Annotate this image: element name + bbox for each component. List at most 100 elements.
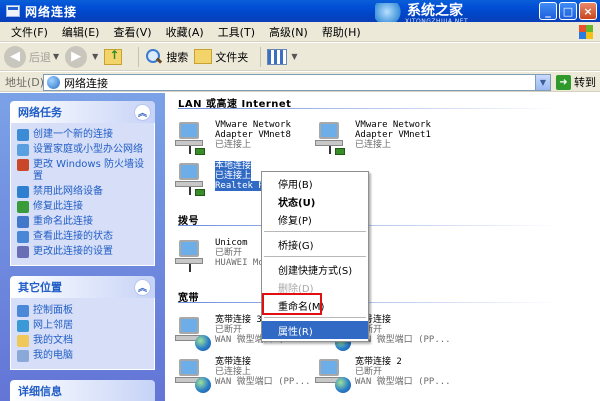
- other-places-header[interactable]: 其它位置 ︽: [10, 276, 155, 298]
- close-button[interactable]: ×: [579, 2, 597, 20]
- other-places-panel: 其它位置 ︽ 控制面板 网上邻居 我的文档 我的电脑: [10, 276, 155, 370]
- forward-arrow-icon: ▶: [65, 45, 88, 68]
- views-button[interactable]: ▼: [267, 48, 297, 65]
- task-pane: 网络任务 ︽ 创建一个新的连接 设置家庭或小型办公网络 更改 Windows 防…: [0, 93, 165, 401]
- menu-item-disable[interactable]: 停用(B): [262, 174, 368, 192]
- connection-name: 本地连接: [215, 161, 252, 171]
- home-network-icon: [17, 144, 29, 156]
- menu-view[interactable]: 查看(V): [106, 24, 158, 40]
- menu-tools[interactable]: 工具(T): [211, 24, 262, 40]
- connection-device: WAN 微型端口 (PP...: [355, 377, 451, 387]
- back-dropdown-icon[interactable]: ▼: [53, 52, 59, 61]
- menu-file[interactable]: 文件(F): [4, 24, 55, 40]
- title-bar: 网络连接 系统之家 XITONGZHIJIA.NET _ □ ×: [0, 0, 600, 25]
- network-places-icon: [17, 320, 29, 332]
- place-my-documents[interactable]: 我的文档: [17, 335, 150, 347]
- rename-icon: [17, 216, 29, 228]
- address-field[interactable]: 网络连接 ▼: [43, 74, 551, 91]
- connection-local-area[interactable]: 本地连接 已连接上 Realtek R: [175, 161, 264, 197]
- menu-separator: [264, 317, 366, 318]
- task-firewall[interactable]: 更改 Windows 防火墙设置: [17, 159, 150, 183]
- go-button[interactable]: ➜ 转到: [556, 74, 596, 90]
- place-my-computer[interactable]: 我的电脑: [17, 350, 150, 362]
- lan-connection-icon: [175, 161, 211, 197]
- minimize-button[interactable]: _: [539, 2, 557, 20]
- maximize-button[interactable]: □: [559, 2, 577, 20]
- settings-icon: [17, 246, 29, 258]
- address-bar: 地址(D) 网络连接 ▼ ➜ 转到: [0, 72, 600, 92]
- connection-status: 已断开: [355, 367, 383, 377]
- connection-name: 拨号连接: [355, 315, 392, 325]
- menu-item-properties[interactable]: 属性(R): [262, 321, 368, 339]
- menu-help[interactable]: 帮助(H): [315, 24, 368, 40]
- menu-item-status[interactable]: 状态(U): [262, 192, 368, 210]
- firewall-icon: [17, 159, 29, 171]
- views-dropdown-icon[interactable]: ▼: [291, 52, 297, 61]
- my-documents-icon: [17, 335, 29, 347]
- collapse-chevron-icon[interactable]: ︽: [134, 278, 151, 296]
- address-dropdown-icon[interactable]: ▼: [535, 75, 550, 90]
- control-panel-icon: [17, 305, 29, 317]
- details-header[interactable]: 详细信息: [10, 380, 155, 401]
- task-disable-device[interactable]: 禁用此网络设备: [17, 186, 150, 198]
- connection-status: 已断开: [355, 325, 451, 335]
- status-icon: [17, 231, 29, 243]
- connection-vmnet1[interactable]: VMware Network Adapter VMnet1 已连接上: [315, 120, 431, 156]
- back-button[interactable]: ◀ 后退 ▼: [4, 45, 59, 68]
- menu-bar: 文件(F) 编辑(E) 查看(V) 收藏(A) 工具(T) 高级(N) 帮助(H…: [0, 22, 600, 42]
- place-label: 我的电脑: [33, 350, 73, 361]
- back-label: 后退: [29, 50, 51, 64]
- task-repair[interactable]: 修复此连接: [17, 201, 150, 213]
- details-panel: 详细信息: [10, 380, 155, 401]
- task-label: 重命名此连接: [33, 216, 93, 227]
- folders-icon: [194, 49, 213, 64]
- connection-vmnet8[interactable]: VMware Network Adapter VMnet8 已连接上: [175, 120, 291, 156]
- task-create-connection[interactable]: 创建一个新的连接: [17, 129, 150, 141]
- my-computer-icon: [17, 350, 29, 362]
- collapse-chevron-icon[interactable]: ︽: [134, 103, 151, 121]
- network-connections-icon: [47, 76, 60, 89]
- place-network-neighborhood[interactable]: 网上邻居: [17, 320, 150, 332]
- menu-item-bridge[interactable]: 桥接(G): [262, 235, 368, 253]
- task-change-settings[interactable]: 更改此连接的设置: [17, 246, 150, 258]
- toolbar: ◀ 后退 ▼ ▶ ▼ 搜索 文件夹 ▼: [0, 43, 600, 71]
- menu-advanced[interactable]: 高级(N): [262, 24, 315, 40]
- menu-edit[interactable]: 编辑(E): [55, 24, 107, 40]
- broadband-connection-icon: [175, 315, 211, 351]
- connection-device: HUAWEI Mo: [215, 258, 264, 268]
- forward-button[interactable]: ▶ ▼: [65, 45, 98, 68]
- connections-view: LAN 或高速 Internet VMware Network Adapter …: [165, 93, 600, 401]
- toolbar-separator: [260, 46, 262, 67]
- windows-logo-icon: [578, 24, 594, 40]
- menu-item-repair[interactable]: 修复(P): [262, 210, 368, 228]
- connection-broadband[interactable]: 宽带连接 已连接上 WAN 微型端口 (PP...: [175, 357, 311, 393]
- menu-favorites[interactable]: 收藏(A): [159, 24, 211, 40]
- task-label: 创建一个新的连接: [33, 129, 113, 140]
- connection-unicom[interactable]: Unicom 已断开 HUAWEI Mo: [175, 238, 264, 274]
- forward-dropdown-icon[interactable]: ▼: [92, 52, 98, 61]
- connection-broadband-2[interactable]: 宽带连接 2 已断开 WAN 微型端口 (PP...: [315, 357, 451, 393]
- new-connection-icon: [17, 129, 29, 141]
- up-button[interactable]: [104, 48, 126, 65]
- menu-item-create-shortcut[interactable]: 创建快捷方式(S): [262, 260, 368, 278]
- network-tasks-header[interactable]: 网络任务 ︽: [10, 101, 155, 123]
- lan-connection-icon: [315, 120, 351, 156]
- folders-button[interactable]: 文件夹: [194, 49, 248, 65]
- task-view-status[interactable]: 查看此连接的状态: [17, 231, 150, 243]
- search-button[interactable]: 搜索: [145, 48, 188, 66]
- highlight-box: [262, 293, 322, 315]
- connection-name: 宽带连接: [215, 357, 252, 367]
- network-tasks-title: 网络任务: [18, 106, 62, 119]
- connection-name: VMware Network: [355, 120, 431, 130]
- place-label: 网上邻居: [33, 320, 73, 331]
- connection-status: 已连接上: [355, 140, 392, 150]
- broadband-connection-icon: [175, 357, 211, 393]
- toolbar-separator: [138, 46, 140, 67]
- network-tasks-panel: 网络任务 ︽ 创建一个新的连接 设置家庭或小型办公网络 更改 Windows 防…: [10, 101, 155, 266]
- watermark-text: 系统之家: [407, 2, 463, 19]
- task-home-network[interactable]: 设置家庭或小型办公网络: [17, 144, 150, 156]
- task-rename[interactable]: 重命名此连接: [17, 216, 150, 228]
- task-label: 更改此连接的设置: [33, 246, 113, 257]
- place-control-panel[interactable]: 控制面板: [17, 305, 150, 317]
- connection-name: 宽带连接 2: [355, 357, 402, 367]
